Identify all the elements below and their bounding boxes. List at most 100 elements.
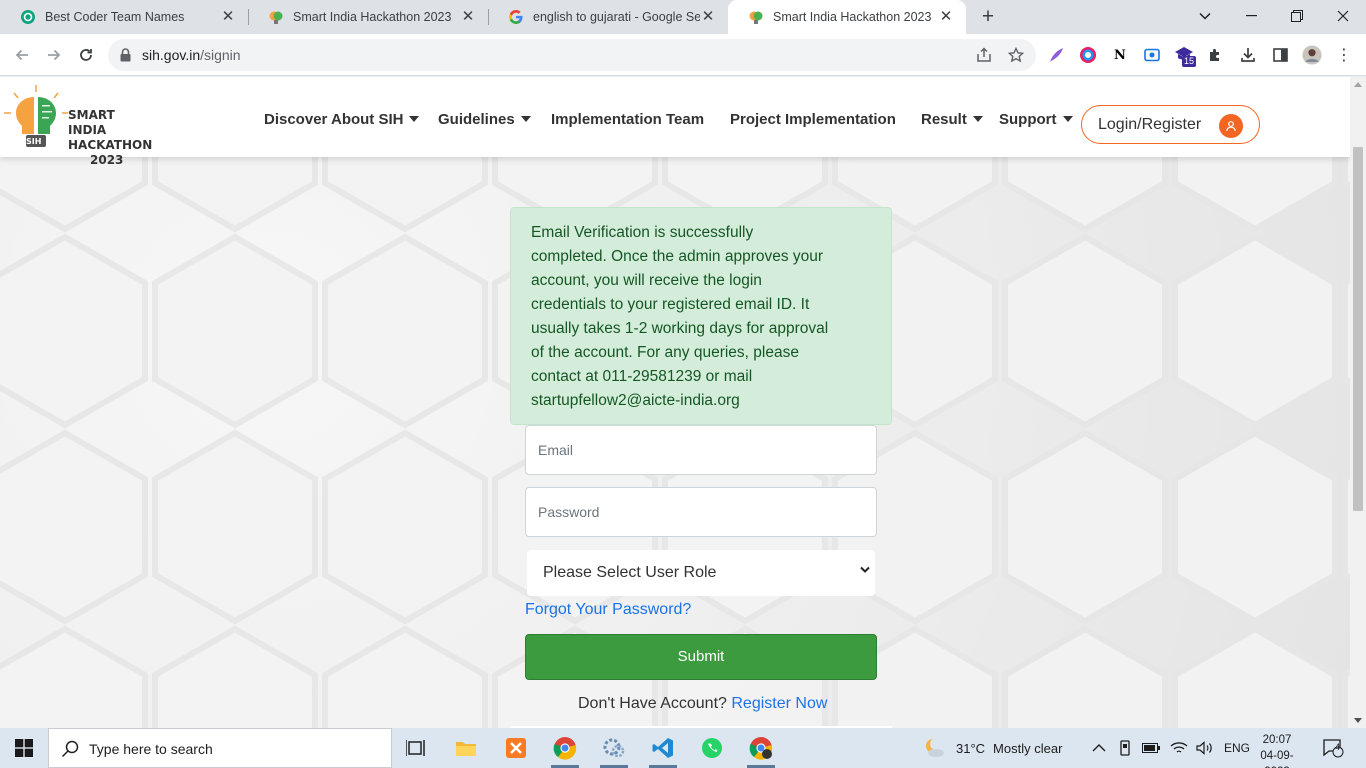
chrome-icon bbox=[749, 737, 773, 760]
nav-implementation-team[interactable]: Implementation Team bbox=[551, 111, 704, 128]
profile-avatar[interactable] bbox=[1302, 45, 1322, 65]
chrome-icon bbox=[553, 737, 577, 760]
screen-recorder-extension-icon[interactable] bbox=[1142, 45, 1162, 65]
nav-project-implementation[interactable]: Project Implementation bbox=[730, 111, 896, 128]
url-text: sih.gov.in/signin bbox=[142, 47, 241, 63]
tab-smart-india-hackathon[interactable]: Smart India Hackathon 2023 ✕ bbox=[248, 0, 488, 34]
login-register-button[interactable]: Login/Register bbox=[1081, 105, 1260, 144]
user-role-select[interactable]: Please Select User Role bbox=[527, 550, 875, 596]
close-icon[interactable]: ✕ bbox=[460, 9, 476, 25]
task-view-button[interactable] bbox=[392, 728, 440, 768]
nav-label: Discover About SIH bbox=[264, 111, 404, 128]
graduation-cap-extension-icon[interactable]: 15 bbox=[1174, 45, 1197, 67]
register-now-link[interactable]: Register Now bbox=[731, 695, 827, 712]
nav-discover-about-sih[interactable]: Discover About SIH bbox=[264, 111, 420, 128]
tab-best-coder-team-names[interactable]: Best Coder Team Names ✕ bbox=[0, 0, 248, 34]
tab-title: Smart India Hackathon 2023 bbox=[293, 10, 452, 24]
scroll-down-arrow[interactable] bbox=[1354, 718, 1362, 723]
close-icon[interactable]: ✕ bbox=[700, 9, 716, 25]
page-scrollbar[interactable] bbox=[1350, 77, 1366, 728]
address-bar[interactable]: sih.gov.in/signin bbox=[108, 39, 1036, 71]
chatgpt-icon bbox=[20, 9, 36, 25]
color-picker-extension-icon[interactable] bbox=[1078, 45, 1098, 65]
caret-down-icon bbox=[409, 116, 420, 122]
sih-logo[interactable]: SIH SMART INDIA HACKATHON 2023 bbox=[4, 85, 154, 167]
url-domain: sih.gov.in bbox=[142, 47, 201, 63]
nav-guidelines[interactable]: Guidelines bbox=[438, 111, 531, 128]
nav-label: Project Implementation bbox=[730, 111, 896, 128]
restore-button[interactable] bbox=[1274, 0, 1320, 32]
start-button[interactable] bbox=[0, 728, 48, 768]
forward-button[interactable] bbox=[42, 43, 66, 67]
vscode-button[interactable] bbox=[639, 728, 687, 768]
file-explorer-button[interactable] bbox=[442, 728, 490, 768]
nav-result[interactable]: Result bbox=[921, 111, 983, 128]
close-window-button[interactable] bbox=[1320, 0, 1366, 32]
scroll-up-arrow[interactable] bbox=[1354, 82, 1362, 87]
xampp-button[interactable] bbox=[492, 728, 540, 768]
tab-search-button[interactable] bbox=[1182, 0, 1228, 32]
verification-alert: Email Verification is successfully compl… bbox=[510, 207, 892, 425]
nav-support[interactable]: Support bbox=[999, 111, 1073, 128]
close-icon[interactable]: ✕ bbox=[220, 9, 236, 25]
language-indicator[interactable]: ENG bbox=[1224, 741, 1250, 755]
tab-google-search[interactable]: english to gujarati - Google Searc ✕ bbox=[488, 0, 728, 34]
chrome-button[interactable] bbox=[541, 728, 589, 768]
minimize-icon bbox=[1245, 15, 1257, 17]
minimize-button[interactable] bbox=[1228, 0, 1274, 32]
submit-button[interactable]: Submit bbox=[525, 634, 877, 680]
system-clock[interactable]: 20:07 04-09-2023 bbox=[1248, 732, 1306, 768]
settings-gear-icon bbox=[603, 738, 625, 758]
notification-center-button[interactable]: 4 bbox=[1322, 728, 1344, 768]
reload-button[interactable] bbox=[74, 43, 98, 67]
usb-device-icon[interactable] bbox=[1118, 740, 1132, 756]
whatsapp-button[interactable] bbox=[688, 728, 736, 768]
logo-tag: SIH bbox=[26, 137, 42, 146]
feather-extension-icon[interactable] bbox=[1046, 45, 1066, 65]
scrollbar-thumb[interactable] bbox=[1353, 147, 1363, 511]
google-icon bbox=[508, 9, 524, 25]
wifi-icon[interactable] bbox=[1170, 741, 1188, 755]
caret-down-icon bbox=[1062, 116, 1073, 122]
battery-icon[interactable] bbox=[1142, 743, 1160, 753]
weather-widget[interactable]: 31°C Mostly clear bbox=[922, 728, 1062, 768]
snipping-tool-button[interactable] bbox=[590, 728, 638, 768]
email-field[interactable] bbox=[525, 425, 877, 475]
reload-icon bbox=[80, 49, 92, 61]
no-account-text: Don't Have Account? bbox=[578, 695, 727, 712]
tab-title: english to gujarati - Google Searc bbox=[533, 10, 700, 24]
taskbar-search-input[interactable]: Type here to search bbox=[48, 728, 392, 768]
nav-label: Support bbox=[999, 111, 1057, 128]
volume-icon[interactable] bbox=[1196, 741, 1214, 755]
close-icon[interactable]: ✕ bbox=[938, 9, 954, 25]
back-button[interactable] bbox=[10, 43, 34, 67]
notion-extension-icon[interactable]: N bbox=[1110, 45, 1130, 65]
forgot-password-link[interactable]: Forgot Your Password? bbox=[525, 601, 691, 619]
chrome-profile-button[interactable] bbox=[737, 728, 785, 768]
login-register-label: Login/Register bbox=[1098, 116, 1202, 133]
chevron-down-icon bbox=[860, 566, 870, 573]
weather-description: Mostly clear bbox=[993, 740, 1063, 756]
tab-title: Best Coder Team Names bbox=[45, 10, 185, 24]
page-viewport: SIH SMART INDIA HACKATHON 2023 Discover … bbox=[0, 77, 1350, 728]
weather-temp: 31°C bbox=[956, 740, 986, 756]
download-icon[interactable] bbox=[1238, 45, 1258, 65]
chevron-down-icon bbox=[1199, 12, 1211, 20]
windows-logo-icon bbox=[15, 739, 33, 757]
password-field[interactable] bbox=[525, 487, 877, 537]
puzzle-extensions-icon[interactable] bbox=[1206, 45, 1226, 65]
nav-label: Implementation Team bbox=[551, 111, 705, 128]
folder-icon bbox=[456, 742, 476, 756]
logo-line: 2023 bbox=[90, 153, 124, 167]
chevron-up-icon[interactable] bbox=[1092, 743, 1106, 753]
tab-smart-india-hackathon-active[interactable]: Smart India Hackathon 2023 ✕ bbox=[728, 0, 966, 34]
sih-icon bbox=[748, 9, 764, 25]
browser-tab-strip: Best Coder Team Names ✕ Smart India Hack… bbox=[0, 0, 1366, 34]
side-panel-icon[interactable] bbox=[1270, 45, 1290, 65]
share-icon[interactable] bbox=[976, 47, 992, 63]
menu-kebab-icon[interactable]: ⋮ bbox=[1334, 45, 1354, 65]
caret-down-icon bbox=[972, 116, 983, 122]
new-tab-button[interactable]: + bbox=[976, 5, 1000, 29]
bookmark-star-icon[interactable] bbox=[1007, 46, 1025, 63]
arrow-right-icon bbox=[48, 49, 61, 61]
